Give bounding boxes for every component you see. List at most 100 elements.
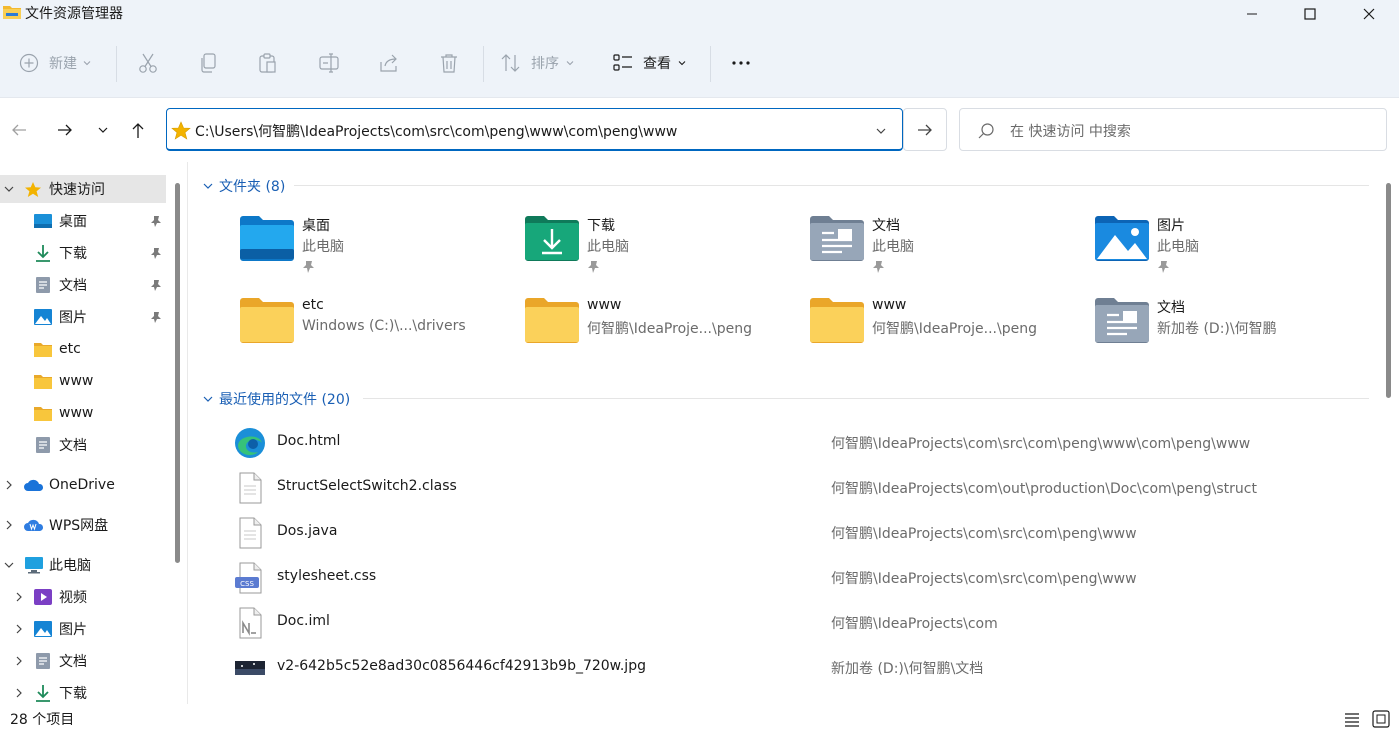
new-button[interactable]: 新建 [19, 48, 92, 78]
sidebar-item-www[interactable]: www [0, 367, 166, 395]
paste-icon [259, 53, 276, 73]
folder-name: www [587, 297, 622, 313]
sidebar-item-documents-d[interactable]: 文档 [0, 431, 166, 459]
sidebar-item-www[interactable]: www [0, 399, 166, 427]
sidebar-item-documents[interactable]: 文档 [0, 271, 166, 299]
rename-button[interactable] [318, 48, 340, 78]
sort-icon [501, 54, 520, 72]
recent-locations-button[interactable] [90, 119, 116, 141]
minimize-button[interactable] [1223, 0, 1281, 28]
svg-text:CSS: CSS [240, 580, 254, 588]
folder-name: 图片 [1157, 218, 1185, 234]
folder-name: 桌面 [302, 218, 330, 234]
sidebar-item-label: 文档 [59, 438, 87, 454]
sidebar-item-wps[interactable]: WPS网盘 [0, 511, 166, 539]
file-path: 何智鹏\IdeaProjects\com\src\com\peng\www\co… [831, 436, 1251, 452]
paste-button[interactable] [258, 48, 278, 78]
close-icon [1363, 8, 1375, 20]
file-name: Doc.html [277, 433, 341, 449]
image-thumbnail-icon [235, 661, 265, 675]
chevron-right-icon [16, 592, 22, 602]
up-button[interactable] [125, 119, 151, 141]
sidebar-item-label: OneDrive [49, 477, 115, 493]
sidebar-item-label: 图片 [59, 622, 87, 638]
document-icon [36, 653, 50, 669]
sidebar-item-pc-pictures[interactable]: 图片 [0, 615, 166, 643]
address-input[interactable]: C:\Users\何智鹏\IdeaProjects\com\src\com\pe… [166, 108, 903, 151]
file-explorer-icon [3, 6, 21, 19]
folder-location: 此电脑 [1157, 239, 1199, 255]
css-file-icon: CSS [235, 562, 262, 594]
sidebar-item-quick-access[interactable]: 快速访问 [0, 175, 166, 203]
go-button[interactable] [903, 108, 947, 151]
recent-file-row[interactable]: Doc.iml 何智鹏\IdeaProjects\com [188, 600, 1368, 645]
sidebar-item-label: 文档 [59, 654, 87, 670]
tiles-view-icon[interactable] [1372, 710, 1390, 728]
forward-button[interactable] [52, 119, 78, 141]
group-title: 最近使用的文件 (20) [219, 392, 351, 408]
sidebar-item-this-pc[interactable]: 此电脑 [0, 551, 166, 579]
file-path: 何智鹏\IdeaProjects\com\src\com\peng\www [831, 571, 1137, 587]
recent-file-row[interactable]: CSS stylesheet.css 何智鹏\IdeaProjects\com\… [188, 555, 1368, 600]
pin-icon [588, 261, 599, 273]
details-view-icon[interactable] [1344, 711, 1360, 727]
folder-tile-documents[interactable]: 文档 此电脑 [810, 215, 1090, 285]
sidebar-item-videos[interactable]: 视频 [0, 583, 166, 611]
folder-name: 文档 [872, 218, 900, 234]
folder-tile-www[interactable]: www 何智鹏\IdeaProje...\peng [525, 297, 805, 367]
sidebar-item-desktop[interactable]: 桌面 [0, 207, 166, 235]
folder-tile-downloads[interactable]: 下载 此电脑 [525, 215, 805, 285]
folder-tile-www[interactable]: www 何智鹏\IdeaProje...\peng [810, 297, 1090, 367]
sidebar-item-label: etc [59, 341, 81, 357]
folder-tile-desktop[interactable]: 桌面 此电脑 [240, 215, 520, 285]
folder-location: 何智鹏\IdeaProje...\peng [587, 321, 752, 337]
pictures-folder-icon [1095, 216, 1149, 261]
chevron-down-icon [203, 183, 213, 189]
view-button[interactable]: 查看 [612, 48, 687, 78]
folders-group-header[interactable]: 文件夹 (8) [202, 176, 285, 196]
folder-tile-documents-d[interactable]: 文档 新加卷 (D:)\何智鹏 [1095, 297, 1375, 367]
folder-name: www [872, 297, 907, 313]
sort-button[interactable]: 排序 [500, 48, 575, 78]
recent-group-header[interactable]: 最近使用的文件 (20) [202, 389, 350, 409]
document-icon [36, 437, 50, 453]
chevron-right-icon [16, 688, 22, 698]
file-name: Doc.iml [277, 613, 330, 629]
address-path: C:\Users\何智鹏\IdeaProjects\com\src\com\pe… [195, 124, 678, 140]
arrow-right-icon [918, 124, 932, 135]
sidebar-item-label: 图片 [59, 310, 87, 326]
folder-tile-pictures[interactable]: 图片 此电脑 [1095, 215, 1375, 285]
sidebar-item-pc-documents[interactable]: 文档 [0, 647, 166, 675]
folder-tile-etc[interactable]: etc Windows (C:)\...\drivers [240, 297, 520, 367]
search-input[interactable]: 在 快速访问 中搜索 [959, 108, 1387, 151]
share-button[interactable] [378, 48, 400, 78]
folder-name: 下载 [587, 218, 615, 234]
sidebar-item-etc[interactable]: etc [0, 335, 166, 363]
arrow-up-icon [132, 123, 144, 138]
cut-button[interactable] [138, 48, 158, 78]
sidebar-item-pictures[interactable]: 图片 [0, 303, 166, 331]
sidebar-item-pc-downloads[interactable]: 下载 [0, 679, 166, 707]
recent-file-row[interactable]: v2-642b5c52e8ad30c0856446cf42913b9b_720w… [188, 645, 1368, 690]
new-label: 新建 [49, 56, 77, 72]
sidebar-scrollbar[interactable] [175, 183, 180, 563]
sidebar-item-downloads[interactable]: 下载 [0, 239, 166, 267]
content-scrollbar[interactable] [1386, 183, 1391, 398]
more-options-button[interactable] [730, 48, 752, 78]
trash-icon [441, 54, 457, 73]
arrow-left-icon [12, 124, 26, 136]
recent-file-row[interactable]: Doc.html 何智鹏\IdeaProjects\com\src\com\pe… [188, 420, 1368, 465]
pin-icon [151, 312, 161, 323]
sidebar-item-onedrive[interactable]: OneDrive [0, 471, 166, 499]
recent-file-row[interactable]: Dos.java 何智鹏\IdeaProjects\com\src\com\pe… [188, 510, 1368, 555]
maximize-button[interactable] [1281, 0, 1339, 28]
status-bar: 28 个项目 [0, 704, 1399, 731]
close-button[interactable] [1340, 0, 1398, 28]
download-icon [36, 245, 50, 262]
copy-button[interactable] [199, 48, 219, 78]
window-title: 文件资源管理器 [25, 6, 123, 22]
delete-button[interactable] [439, 48, 459, 78]
chevron-right-icon [16, 624, 22, 634]
back-button[interactable] [6, 119, 32, 141]
recent-file-row[interactable]: StructSelectSwitch2.class 何智鹏\IdeaProjec… [188, 465, 1368, 510]
